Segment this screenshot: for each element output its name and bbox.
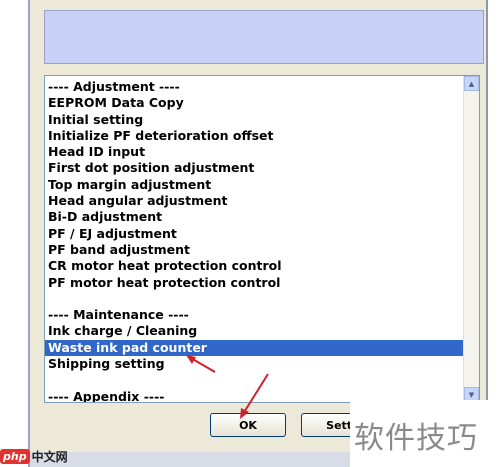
list-item-maintenance-header[interactable]: ---- Maintenance ---- <box>45 307 465 323</box>
list-item-waste-ink-pad-counter[interactable]: Waste ink pad counter <box>45 339 465 357</box>
list-item-head-angular[interactable]: Head angular adjustment <box>45 193 465 209</box>
list-item-pf-band[interactable]: PF band adjustment <box>45 242 465 258</box>
php-badge: php <box>0 448 30 464</box>
list-item-first-dot-position[interactable]: First dot position adjustment <box>45 160 465 176</box>
ok-button[interactable]: OK <box>210 413 286 437</box>
chevron-down-icon: ▼ <box>468 390 475 399</box>
list-items-container: ---- Adjustment ---- EEPROM Data Copy In… <box>45 79 465 402</box>
list-item-pf-motor-heat[interactable]: PF motor heat protection control <box>45 275 465 291</box>
chevron-up-icon: ▲ <box>468 79 475 88</box>
list-item-pf-ej[interactable]: PF / EJ adjustment <box>45 226 465 242</box>
function-listbox[interactable]: ---- Adjustment ---- EEPROM Data Copy In… <box>44 75 480 403</box>
list-item-head-id-input[interactable]: Head ID input <box>45 144 465 160</box>
list-item-initialize-pf-offset[interactable]: Initialize PF deterioration offset <box>45 128 465 144</box>
listbox-scrollbar[interactable]: ▲ ▼ <box>463 76 479 402</box>
list-item-bi-d[interactable]: Bi-D adjustment <box>45 209 465 225</box>
window-right-border <box>486 0 500 467</box>
list-item-blank[interactable] <box>45 372 465 388</box>
scroll-up-button[interactable]: ▲ <box>464 76 479 91</box>
list-item-top-margin[interactable]: Top margin adjustment <box>45 177 465 193</box>
dialog-window: ---- Adjustment ---- EEPROM Data Copy In… <box>0 0 500 467</box>
php-logo: php 中文网 <box>0 446 68 466</box>
list-item-ink-charge-cleaning[interactable]: Ink charge / Cleaning <box>45 323 465 339</box>
list-item-shipping-setting[interactable]: Shipping setting <box>45 356 465 372</box>
info-panel <box>44 10 484 64</box>
list-item-initial-setting[interactable]: Initial setting <box>45 112 465 128</box>
watermark-text: 软件技巧 <box>354 421 478 456</box>
php-logo-text: 中文网 <box>31 449 68 464</box>
list-item-eeprom-data-copy[interactable]: EEPROM Data Copy <box>45 95 465 111</box>
window-left-border <box>0 0 30 467</box>
list-item-adjustment-header[interactable]: ---- Adjustment ---- <box>45 79 465 95</box>
list-item-blank[interactable] <box>45 291 465 307</box>
list-item-cr-motor-heat[interactable]: CR motor heat protection control <box>45 258 465 274</box>
